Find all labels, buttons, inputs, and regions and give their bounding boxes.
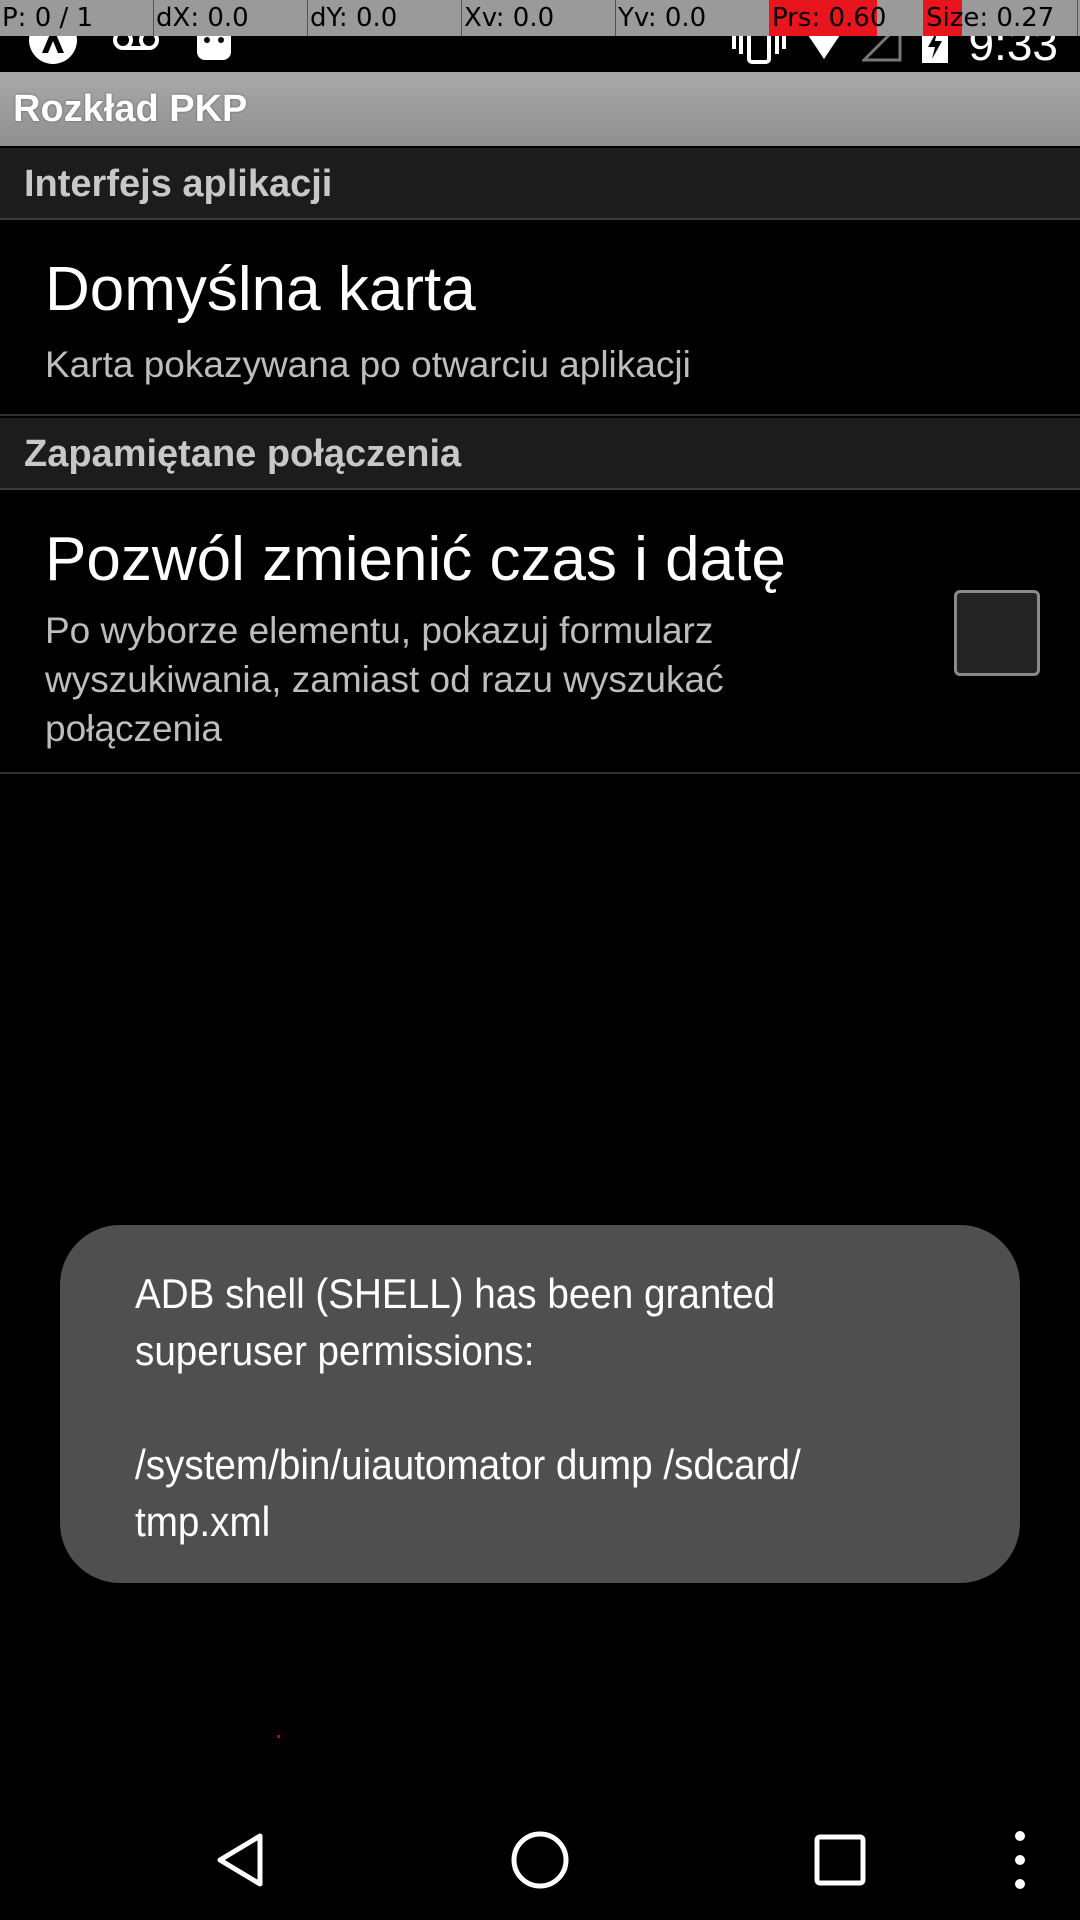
- app-title: Rozkład PKP: [13, 88, 248, 130]
- back-button[interactable]: [200, 1820, 280, 1900]
- superuser-toast: ADB shell (SHELL) has been granted super…: [60, 1225, 1020, 1583]
- action-bar: Rozkład PKP: [0, 72, 1080, 146]
- recents-button[interactable]: [800, 1820, 880, 1900]
- touch-pointer-dot: [277, 1735, 280, 1738]
- debug-yv: Yv: 0.0: [616, 0, 770, 36]
- debug-pressure: Prs: 0.60: [770, 0, 924, 36]
- category-saved-connections: Zapamiętane połączenia: [0, 418, 1080, 490]
- pref-default-tab-title: Domyślna karta: [45, 255, 476, 324]
- debug-size: Size: 0.27: [924, 0, 1078, 36]
- back-icon: [217, 1833, 263, 1887]
- overflow-menu-icon: [1015, 1831, 1025, 1889]
- navigation-bar: [0, 1800, 1080, 1920]
- debug-dy: dY: 0.0: [308, 0, 462, 36]
- allow-change-checkbox[interactable]: [954, 590, 1040, 676]
- pointer-location-overlay: P: 0 / 1 dX: 0.0 dY: 0.0 Xv: 0.0 Yv: 0.0…: [0, 0, 1080, 36]
- pref-allow-change-time-date[interactable]: Pozwól zmienić czas i datę Po wyborze el…: [0, 490, 1080, 774]
- pref-default-tab-summary: Karta pokazywana po otwarciu aplikacji: [45, 344, 691, 385]
- pref-default-tab[interactable]: Domyślna karta Karta pokazywana po otwar…: [0, 220, 1080, 416]
- status-bar: 9:33: [0, 15, 1080, 72]
- category-interface: Interfejs aplikacji: [0, 148, 1080, 220]
- toast-message: ADB shell (SHELL) has been granted super…: [135, 1270, 801, 1545]
- pref-allow-change-summary: Po wyborze elementu, pokazuj formularz w…: [45, 610, 724, 749]
- pref-allow-change-title: Pozwól zmienić czas i datę: [45, 525, 786, 594]
- overflow-menu-button[interactable]: [980, 1820, 1060, 1900]
- category-interface-label: Interfejs aplikacji: [24, 163, 333, 205]
- home-button[interactable]: [500, 1820, 580, 1900]
- debug-xv: Xv: 0.0: [462, 0, 616, 36]
- home-icon: [511, 1831, 569, 1889]
- category-saved-connections-label: Zapamiętane połączenia: [24, 433, 462, 475]
- debug-dx: dX: 0.0: [154, 0, 308, 36]
- debug-pointer-count: P: 0 / 1: [0, 0, 154, 36]
- recents-icon: [814, 1834, 866, 1886]
